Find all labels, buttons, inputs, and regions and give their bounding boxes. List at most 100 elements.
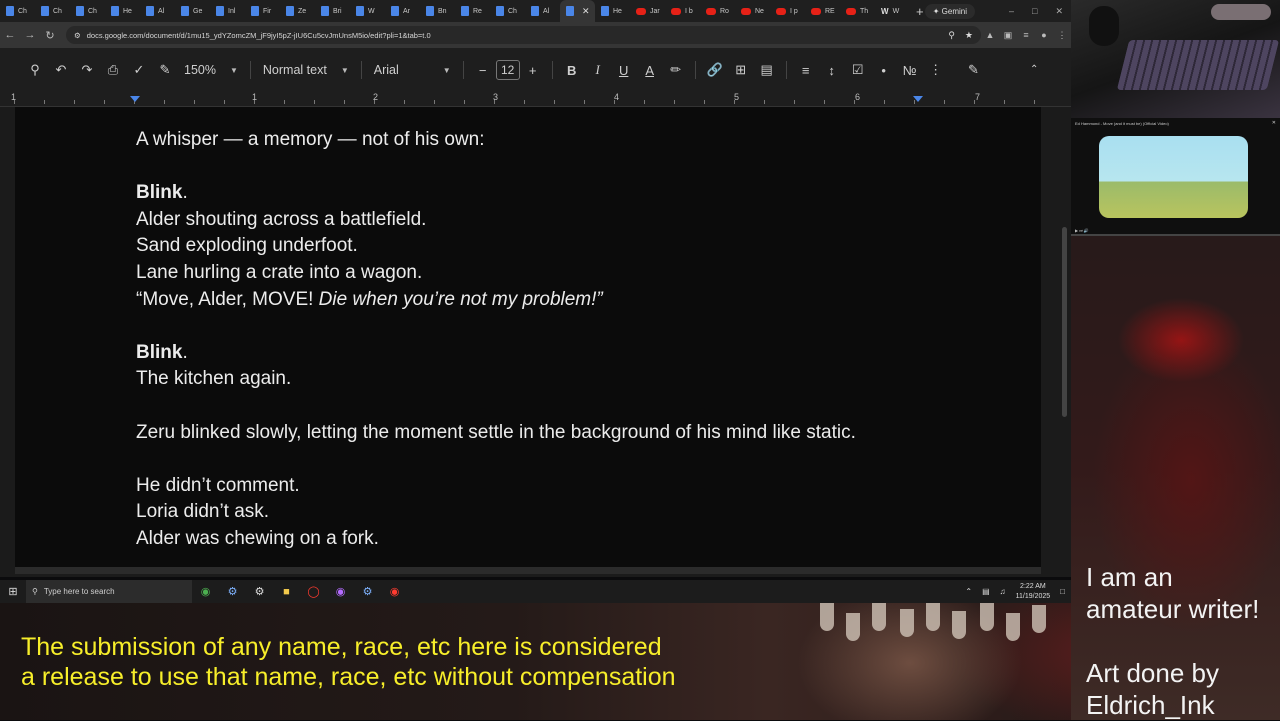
browser-tab[interactable]: I p — [770, 0, 805, 22]
new-tab-button[interactable]: + — [916, 4, 924, 19]
browser-tab[interactable]: Al — [140, 0, 175, 22]
taskbar-search-field[interactable]: ⚲ Type here to search — [26, 580, 192, 603]
bold-button[interactable]: B — [559, 63, 585, 78]
browser-tab[interactable]: Ro — [700, 0, 735, 22]
checklist-icon[interactable]: ☑ — [845, 62, 871, 78]
maximize-icon[interactable]: □ — [1032, 6, 1037, 17]
extensions-icon[interactable]: ▲ — [981, 30, 999, 40]
browser-tab[interactable]: Ze — [280, 0, 315, 22]
network-icon[interactable]: ▤ — [982, 587, 990, 596]
forward-icon[interactable]: → — [20, 29, 40, 41]
document-body[interactable]: A whisper — a memory — not of his own: B… — [136, 127, 1016, 553]
font-size-input[interactable]: 12 — [495, 60, 520, 80]
player-controls[interactable]: ▶ ⏭ 🔊 — [1075, 228, 1089, 233]
right-indent-marker[interactable] — [913, 96, 923, 102]
add-comment-icon[interactable]: ⊞ — [728, 62, 754, 78]
browser-tab[interactable]: Inl — [210, 0, 245, 22]
bulleted-list-icon[interactable]: • — [871, 63, 897, 78]
browser-tab[interactable]: Ch — [0, 0, 35, 22]
browser-tab[interactable]: Fir — [245, 0, 280, 22]
browser-tab[interactable]: RE — [805, 0, 840, 22]
style-dropdown[interactable]: Normal text ▼ — [257, 63, 355, 77]
steam-icon[interactable]: ⚙ — [219, 585, 246, 598]
browser-tab[interactable]: Bn — [420, 0, 455, 22]
browser-tab[interactable]: I b — [665, 0, 700, 22]
downloads-icon[interactable]: ≡ — [1017, 30, 1035, 40]
paint-format-icon[interactable]: ✎ — [152, 62, 178, 78]
zoom-icon[interactable]: ⚲ — [948, 30, 955, 41]
browser-tab[interactable]: W — [350, 0, 385, 22]
file-explorer-icon[interactable]: ■ — [273, 586, 300, 598]
close-icon[interactable]: ✕ — [1272, 120, 1276, 126]
browser-tab[interactable]: ✕ — [560, 0, 595, 22]
editing-mode-icon[interactable]: ✎ — [968, 62, 979, 78]
collapse-toolbar-icon[interactable]: ⌃ — [1030, 64, 1038, 75]
close-window-icon[interactable]: ✕ — [1055, 6, 1063, 17]
horizontal-scrollbar[interactable] — [15, 567, 1041, 574]
notifications-icon[interactable]: □ — [1060, 587, 1065, 596]
more-options-icon[interactable]: ⋮ — [923, 62, 949, 78]
cast-icon[interactable]: ▣ — [999, 30, 1017, 41]
profile-avatar[interactable]: ● — [1035, 30, 1053, 40]
left-indent-marker[interactable] — [130, 96, 140, 102]
document-page[interactable]: A whisper — a memory — not of his own: B… — [15, 107, 1041, 569]
align-icon[interactable]: ≡ — [793, 63, 819, 78]
steam-icon[interactable]: ⚙ — [354, 585, 381, 598]
text-color-button[interactable]: A — [637, 63, 663, 78]
redo-icon[interactable]: ↷ — [74, 62, 100, 78]
browser-tab[interactable]: WW — [875, 0, 910, 22]
spellcheck-icon[interactable]: ✓ — [126, 62, 152, 78]
tray-expand-icon[interactable]: ⌃ — [965, 587, 972, 596]
browser-tab[interactable]: Ar — [385, 0, 420, 22]
insert-link-icon[interactable]: 🔗 — [702, 62, 728, 78]
browser-tab[interactable]: Re — [455, 0, 490, 22]
browser-tab[interactable]: Th — [840, 0, 875, 22]
video-progress-bar[interactable] — [1071, 234, 1280, 236]
youtube-player[interactable]: Ed Hammond - Move (and it must be) (Offi… — [1071, 118, 1280, 236]
search-menus-icon[interactable]: ⚲ — [22, 62, 48, 78]
browser-tab[interactable]: Jar — [630, 0, 665, 22]
browser-tab[interactable]: Ge — [175, 0, 210, 22]
close-icon[interactable]: ✕ — [582, 6, 590, 17]
record-icon[interactable]: ◉ — [381, 585, 408, 598]
browser-tab[interactable]: He — [105, 0, 140, 22]
underline-button[interactable]: U — [611, 63, 637, 78]
browser-tab[interactable]: He — [595, 0, 630, 22]
decrease-font-size-icon[interactable]: − — [470, 63, 496, 78]
highlight-color-icon[interactable]: ✏ — [663, 62, 689, 78]
opera-icon[interactable]: ◯ — [300, 585, 327, 598]
numbered-list-icon[interactable]: № — [897, 63, 923, 78]
browser-tab[interactable]: Ne — [735, 0, 770, 22]
browser-tab[interactable]: Ch — [35, 0, 70, 22]
zoom-dropdown[interactable]: 150% ▼ — [178, 63, 244, 77]
browser-tab[interactable]: Al — [525, 0, 560, 22]
windows-start-icon[interactable]: ⊞ — [0, 585, 26, 598]
site-info-icon[interactable]: ⚙ — [74, 31, 81, 40]
volume-icon[interactable]: ♫ — [1000, 587, 1006, 596]
gemini-button[interactable]: ✦ Gemini — [924, 3, 975, 19]
insert-image-icon[interactable]: ▤ — [754, 62, 780, 78]
url-field[interactable]: ⚙ docs.google.com/document/d/1mu15_ydYZo… — [66, 26, 981, 44]
minimize-icon[interactable]: – — [1009, 6, 1014, 17]
line-spacing-icon[interactable]: ↕ — [819, 63, 845, 78]
settings-icon[interactable]: ⚙ — [246, 585, 273, 598]
print-icon[interactable]: ⎙ — [100, 62, 126, 78]
bold-text: Blink — [136, 341, 183, 363]
vertical-scrollbar[interactable] — [1062, 227, 1067, 417]
obs-icon[interactable]: ◉ — [327, 585, 354, 598]
reload-icon[interactable]: ↻ — [40, 29, 60, 42]
ruler-tick — [854, 100, 855, 104]
taskbar-clock[interactable]: 2:22 AM 11/19/2025 — [1016, 582, 1051, 602]
italic-button[interactable]: I — [585, 62, 611, 78]
browser-tab[interactable]: Ch — [70, 0, 105, 22]
font-dropdown[interactable]: Arial ▼ — [368, 63, 457, 77]
increase-font-size-icon[interactable]: + — [520, 63, 546, 78]
back-icon[interactable]: ← — [0, 29, 20, 41]
chrome-icon[interactable]: ◉ — [192, 585, 219, 598]
browser-menu-icon[interactable]: ⋮ — [1053, 30, 1071, 41]
bookmark-star-icon[interactable]: ★ — [965, 30, 973, 41]
browser-tab[interactable]: Bri — [315, 0, 350, 22]
browser-tab[interactable]: Ch — [490, 0, 525, 22]
undo-icon[interactable]: ↶ — [48, 62, 74, 78]
